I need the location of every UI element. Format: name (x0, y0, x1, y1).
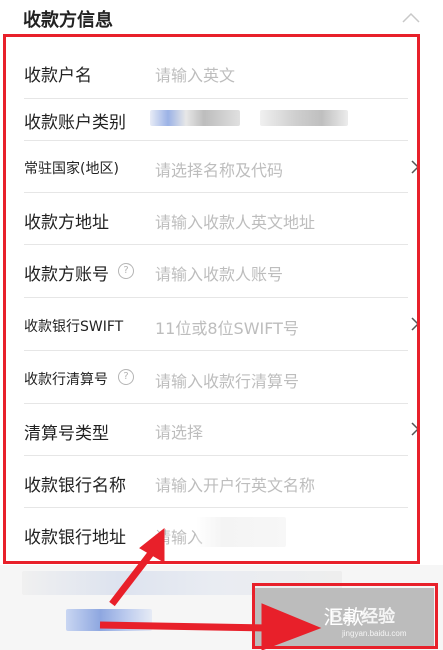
highlight-form-frame (3, 34, 420, 564)
highlight-submit-frame (252, 583, 438, 649)
section-title: 收款方信息 (23, 10, 113, 31)
chevron-up-icon[interactable] (400, 10, 422, 26)
redacted-amount (66, 609, 152, 631)
